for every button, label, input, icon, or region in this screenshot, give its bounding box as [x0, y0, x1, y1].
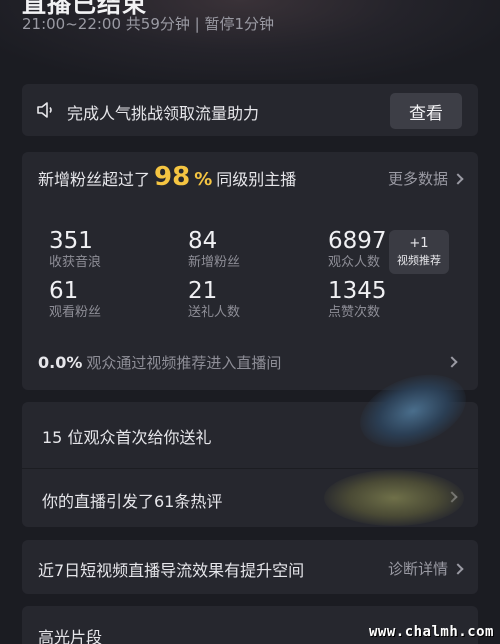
stat-value: 61 — [49, 278, 79, 304]
headline-percent-sign: % — [194, 169, 213, 190]
stat-label: 观众人数 — [328, 255, 381, 270]
stat-viewers: 6897 观众人数 — [328, 228, 387, 271]
stat-value: 6897 — [328, 228, 387, 254]
traffic-guide-card[interactable]: 近7日短视频直播导流效果有提升空间 诊断详情 — [22, 540, 478, 594]
fans-growth-headline: 新增粉丝超过了 98 % 同级别主播 — [38, 162, 296, 192]
headline-prefix: 新增粉丝超过了 — [38, 170, 151, 189]
stat-label: 观看粉丝 — [49, 305, 102, 320]
challenge-notice-card: 完成人气挑战领取流量助力 查看 — [22, 84, 478, 136]
footer-percent: 0.0% — [38, 353, 83, 372]
stat-label: 新增粉丝 — [188, 255, 241, 270]
chevron-right-icon — [452, 172, 464, 185]
stat-likes: 1345 点赞次数 — [328, 278, 387, 321]
stat-yinlang: 351 收获音浪 — [49, 228, 101, 271]
stat-new-fans: 84 新增粉丝 — [188, 228, 240, 271]
video-recommend-badge[interactable]: +1 视频推荐 — [389, 230, 449, 274]
stat-value: 84 — [188, 228, 218, 254]
stat-watching-fans: 61 观看粉丝 — [49, 278, 101, 321]
guide-text: 近7日短视频直播导流效果有提升空间 — [38, 561, 305, 580]
badge-label: 视频推荐 — [397, 254, 441, 267]
headline-percent: 98 — [154, 162, 191, 192]
video-recommend-footer[interactable]: 0.0% 观众通过视频推荐进入直播间 — [38, 352, 281, 373]
headline-suffix: 同级别主播 — [216, 170, 297, 189]
stat-value: 1345 — [328, 278, 387, 304]
footer-text: 观众通过视频推荐进入直播间 — [86, 354, 282, 372]
chevron-right-icon — [452, 562, 464, 575]
view-button[interactable]: 查看 — [390, 93, 462, 129]
stat-gifters: 21 送礼人数 — [188, 278, 240, 321]
stat-label: 点赞次数 — [328, 305, 381, 320]
blurred-redaction — [324, 470, 464, 526]
diagnose-label: 诊断详情 — [387, 560, 448, 578]
notice-text: 完成人气挑战领取流量助力 — [67, 104, 260, 123]
stat-label: 收获音浪 — [49, 255, 102, 270]
diagnose-link[interactable]: 诊断详情 — [387, 558, 464, 579]
live-stats-card: 新增粉丝超过了 98 % 同级别主播 更多数据 351 收获音浪 84 新增粉丝… — [22, 152, 478, 390]
first-gift-row[interactable]: 15 位观众首次给你送礼 — [42, 424, 211, 448]
badge-count: +1 — [409, 236, 429, 251]
more-data-link[interactable]: 更多数据 — [387, 168, 464, 189]
live-time-info: 21:00~22:00 共59分钟 | 暂停1分钟 — [22, 15, 275, 33]
speaker-icon — [37, 102, 52, 118]
hot-comments-row[interactable]: 你的直播引发了61条热评 — [42, 488, 222, 512]
stat-value: 21 — [188, 278, 218, 304]
stat-value: 351 — [49, 228, 93, 254]
watermark: www.chalmh.com — [368, 624, 494, 640]
stat-label: 送礼人数 — [188, 305, 241, 320]
more-data-label: 更多数据 — [387, 170, 448, 188]
chevron-right-icon — [446, 356, 458, 368]
divider — [22, 468, 478, 469]
highlight-title: 高光片段 — [38, 628, 103, 644]
